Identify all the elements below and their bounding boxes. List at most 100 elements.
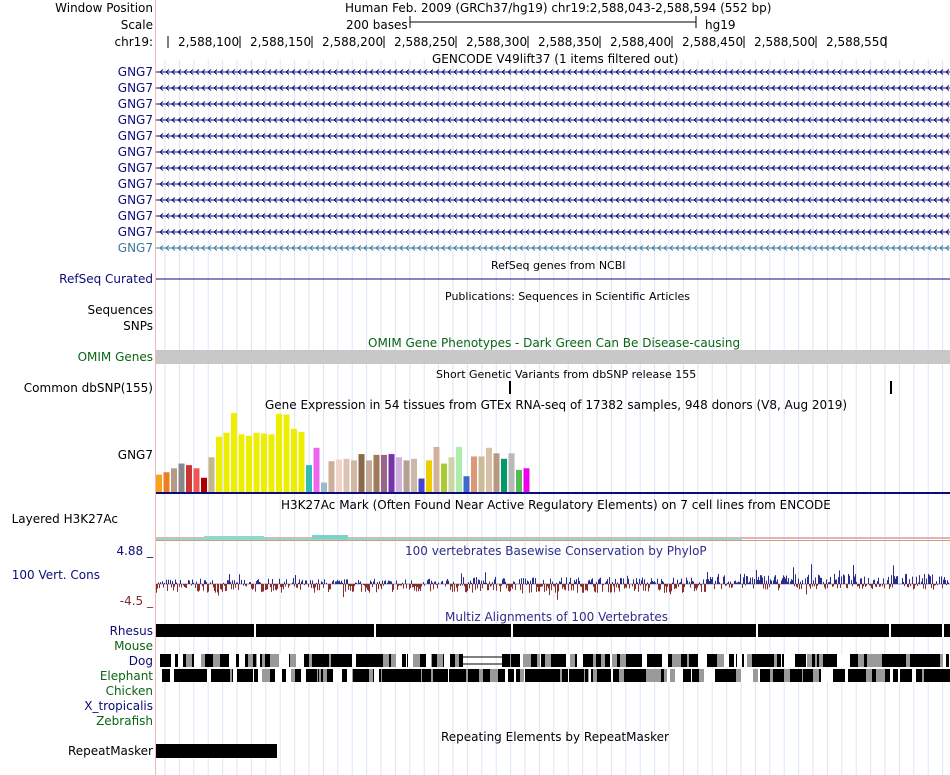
dog-alignment-block xyxy=(607,654,610,667)
phylop-bar xyxy=(572,584,573,586)
gencode-gene-label[interactable]: GNG7 xyxy=(118,113,153,127)
phylop-track-title[interactable]: 100 vertebrates Basewise Conservation by… xyxy=(405,544,707,558)
dbsnp-track-label[interactable]: Common dbSNP(155) xyxy=(24,381,153,395)
dog-alignment-block xyxy=(850,654,852,667)
dog-alignment-block xyxy=(391,654,396,667)
phylop-signal[interactable] xyxy=(156,564,949,600)
multiz-species-label[interactable]: Rhesus xyxy=(110,624,153,638)
dog-alignment-block xyxy=(936,654,940,667)
pubs-snps-label[interactable]: SNPs xyxy=(123,319,153,333)
multiz-species-label[interactable]: Elephant xyxy=(100,669,153,683)
gencode-gene-label[interactable]: GNG7 xyxy=(118,177,153,191)
gencode-gene-label[interactable]: GNG7 xyxy=(118,161,153,175)
phylop-bar xyxy=(662,580,663,584)
elephant-alignment-block xyxy=(784,669,790,682)
multiz-species-label[interactable]: Chicken xyxy=(106,684,153,698)
phylop-bar xyxy=(261,584,262,593)
gtex-tissue-bar xyxy=(156,474,162,492)
gencode-track-title[interactable]: GENCODE V49lift37 (1 items filtered out) xyxy=(432,52,678,66)
gencode-gene-label[interactable]: GNG7 xyxy=(118,193,153,207)
gencode-gene-label[interactable]: GNG7 xyxy=(118,81,153,95)
dog-alignment-block xyxy=(928,654,930,667)
gtex-bar-chart[interactable] xyxy=(156,413,530,492)
repeatmasker-track-label[interactable]: RepeatMasker xyxy=(68,744,153,758)
dog-alignment-block xyxy=(795,654,798,667)
multiz-species-label[interactable]: Mouse xyxy=(114,639,153,653)
tracks-canvas[interactable] xyxy=(156,0,950,775)
h3k27ac-track-title[interactable]: H3K27Ac Mark (Often Found Near Active Re… xyxy=(281,498,831,512)
phylop-bar xyxy=(217,584,218,593)
omim-track-label[interactable]: OMIM Genes xyxy=(78,350,153,364)
h3k27ac-track-label[interactable]: Layered H3K27Ac xyxy=(12,512,118,526)
multiz-alignments[interactable] xyxy=(156,624,950,682)
gtex-tissue-bar xyxy=(313,447,320,492)
repeatmasker-feature[interactable] xyxy=(156,744,277,758)
phylop-bar xyxy=(197,584,198,592)
dog-alignment-block xyxy=(889,654,891,667)
phylop-bar xyxy=(828,582,829,584)
phylop-bar xyxy=(945,580,946,584)
phylop-bar xyxy=(180,579,181,584)
phylop-bar xyxy=(353,584,354,592)
phylop-bar xyxy=(891,575,892,584)
phylop-bar xyxy=(679,582,680,584)
elephant-alignment-block xyxy=(373,669,374,682)
repeatmasker-track-title[interactable]: Repeating Elements by RepeatMasker xyxy=(441,730,669,744)
dog-alignment-block xyxy=(722,654,724,667)
dog-alignment-block xyxy=(774,654,777,667)
phylop-bar xyxy=(367,584,368,590)
dbsnp-variant[interactable] xyxy=(509,381,511,394)
phylop-bar xyxy=(215,584,216,593)
elephant-alignment-block xyxy=(461,669,466,682)
gencode-gene-label[interactable]: GNG7 xyxy=(118,145,153,159)
phylop-bar xyxy=(275,584,276,590)
phylop-bar xyxy=(929,575,930,584)
dog-alignment-block xyxy=(349,654,352,667)
elephant-alignment-block xyxy=(675,669,677,682)
phylop-bar xyxy=(591,579,592,584)
dog-alignment-block xyxy=(570,654,575,667)
pubs-track-title[interactable]: Publications: Sequences in Scientific Ar… xyxy=(445,290,690,304)
gencode-gene-label[interactable]: GNG7 xyxy=(118,225,153,239)
dog-alignment-block xyxy=(924,654,925,667)
multiz-species-label[interactable]: X_tropicalis xyxy=(84,699,153,713)
gencode-gene-label[interactable]: GNG7 xyxy=(118,129,153,143)
dbsnp-track-title[interactable]: Short Genetic Variants from dbSNP releas… xyxy=(436,368,696,382)
gencode-gene-label[interactable]: GNG7 xyxy=(118,209,153,223)
multiz-track-title[interactable]: Multiz Alignments of 100 Vertebrates xyxy=(445,610,668,624)
elephant-alignment-block xyxy=(421,669,422,682)
multiz-species-label[interactable]: Dog xyxy=(129,654,153,668)
gencode-gene-label[interactable]: GNG7 xyxy=(118,65,153,79)
phylop-bar xyxy=(614,584,615,593)
phylop-bar xyxy=(598,579,599,584)
pubs-sequences-label[interactable]: Sequences xyxy=(88,303,153,317)
phylop-track-label[interactable]: 100 Vert. Cons xyxy=(12,568,100,582)
h3k27ac-signal[interactable] xyxy=(156,535,950,541)
elephant-alignment-block xyxy=(166,669,167,682)
gtex-track-title[interactable]: Gene Expression in 54 tissues from GTEx … xyxy=(265,398,847,412)
phylop-bar xyxy=(304,584,305,586)
phylop-bar xyxy=(726,584,727,586)
multiz-species-label[interactable]: Zebrafish xyxy=(96,714,153,728)
omim-feature[interactable] xyxy=(156,350,950,364)
phylop-bar xyxy=(812,584,813,587)
phylop-bar xyxy=(690,584,691,588)
phylop-bar xyxy=(539,584,540,592)
elephant-alignment-block xyxy=(192,669,197,682)
gtex-gene-label[interactable]: GNG7 xyxy=(118,448,153,462)
gencode-transcripts[interactable] xyxy=(156,69,950,251)
gencode-gene-label[interactable]: GNG7 xyxy=(118,241,153,255)
phylop-bar xyxy=(400,584,401,586)
refseq-track-label[interactable]: RefSeq Curated xyxy=(59,272,153,286)
phylop-bar xyxy=(579,581,580,584)
elephant-alignment-block xyxy=(514,669,516,682)
refseq-track-title[interactable]: RefSeq genes from NCBI xyxy=(491,259,626,273)
phylop-bar xyxy=(308,584,309,588)
gencode-gene-label[interactable]: GNG7 xyxy=(118,97,153,111)
phylop-bar xyxy=(413,584,414,588)
genome-browser-image[interactable]: Window Position Scale chr19: GNG7 GNG7 G… xyxy=(0,0,950,775)
dbsnp-variant[interactable] xyxy=(890,381,892,394)
elephant-alignment-block xyxy=(211,669,213,682)
omim-track-title[interactable]: OMIM Gene Phenotypes - Dark Green Can Be… xyxy=(368,336,740,350)
window-position-label: Window Position xyxy=(55,1,153,15)
